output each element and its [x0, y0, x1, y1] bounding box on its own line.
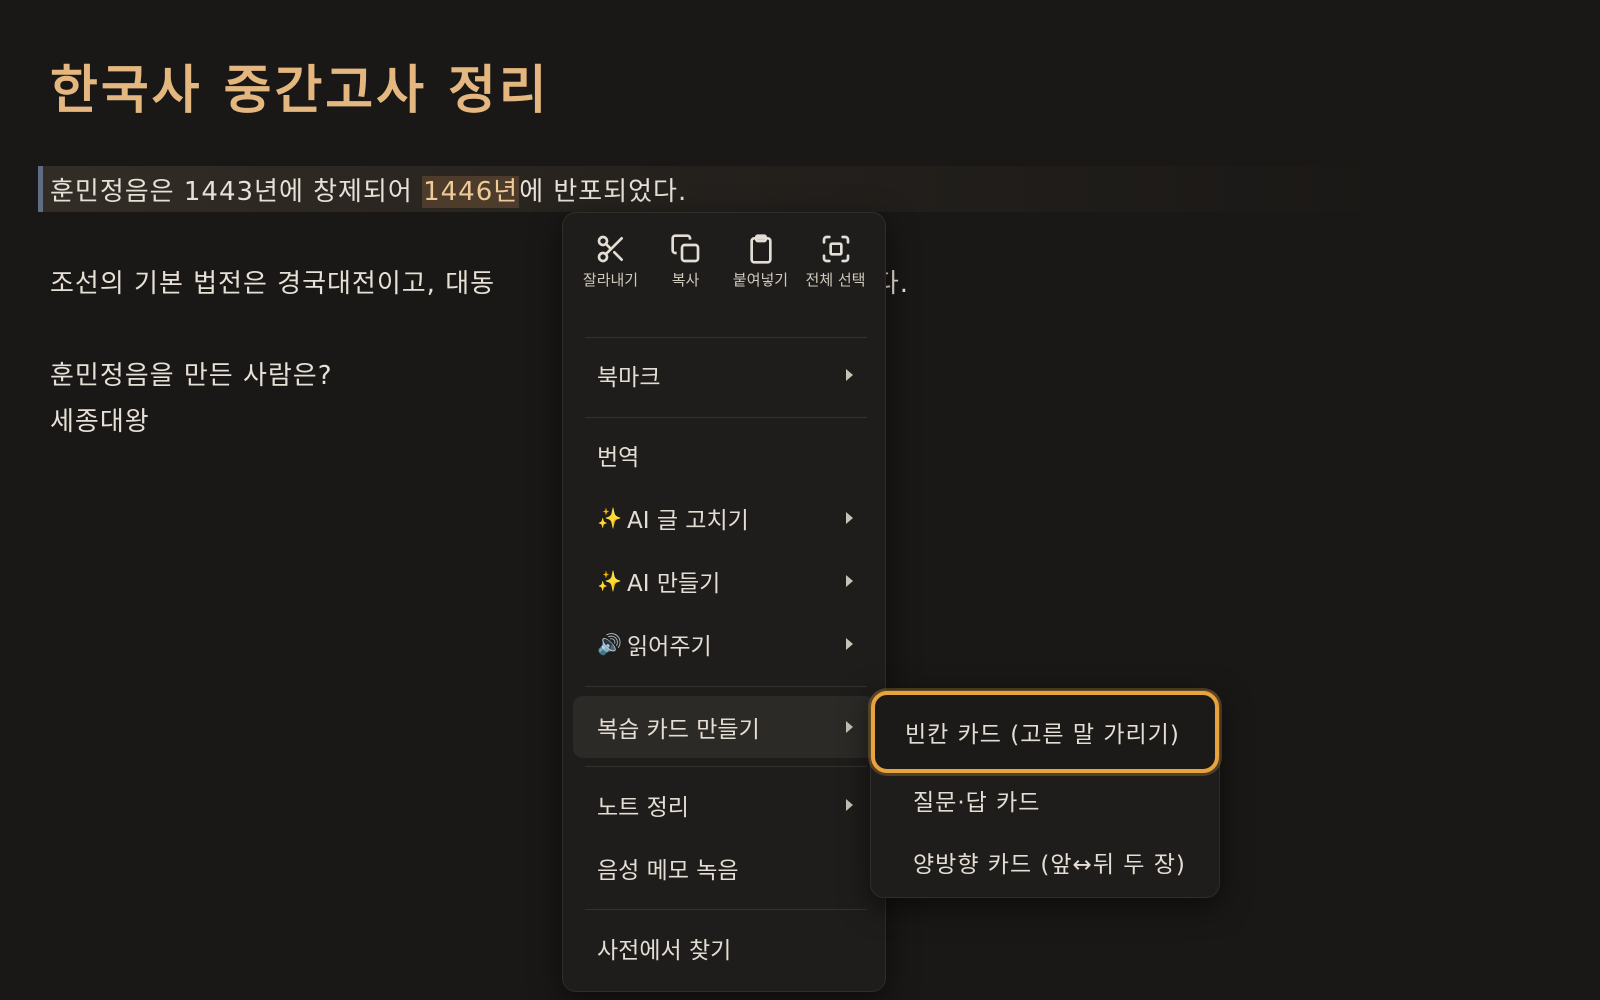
menu-item-dictionary[interactable]: 사전에서 찾기: [573, 919, 875, 977]
editor-page: 한국사 중간고사 정리 훈민정음은 1443년에 창제되어 1446년에 반포되…: [0, 0, 1600, 1000]
submenu-item-label: 빈칸 카드 (고른 말 가리기): [905, 722, 1180, 748]
chevron-right-icon: [846, 638, 853, 650]
menu-item-label: 복습 카드 만들기: [597, 717, 760, 743]
cursor-line-marker: [38, 166, 43, 212]
page-title: 한국사 중간고사 정리: [50, 61, 550, 121]
paragraph-1-text-before: 훈민정음은 1443년에 창제되어: [50, 177, 423, 207]
paragraph-3[interactable]: 훈민정음을 만든 사람은?: [50, 355, 333, 392]
cut-button[interactable]: 잘라내기: [573, 227, 648, 337]
paragraph-4[interactable]: 세종대왕: [50, 401, 150, 438]
copy-button[interactable]: 복사: [648, 227, 723, 337]
menu-divider: [585, 417, 867, 418]
chevron-right-icon: [846, 721, 853, 733]
sparkles-icon: ✨: [597, 569, 622, 593]
menu-item-review-cards[interactable]: 복습 카드 만들기: [573, 696, 875, 758]
submenu-item-qa-card[interactable]: 질문·답 카드: [881, 770, 1209, 830]
menu-item-bookmark[interactable]: 북마크: [573, 346, 875, 404]
menu-item-label: 북마크: [597, 365, 661, 391]
chevron-right-icon: [846, 575, 853, 587]
menu-item-read-aloud[interactable]: 🔊 읽어주기: [573, 615, 875, 673]
menu-item-label: AI 글 고치기: [627, 508, 749, 534]
menu-item-label: 사전에서 찾기: [597, 938, 732, 964]
menu-divider: [585, 337, 867, 338]
sparkles-icon: ✨: [597, 506, 622, 530]
copy-label: 복사: [671, 271, 700, 289]
menu-item-label: AI 만들기: [627, 571, 721, 597]
submenu-item-bidirectional-card[interactable]: 양방향 카드 (앞↔뒤 두 장): [881, 832, 1209, 892]
speaker-icon: 🔊: [597, 632, 622, 656]
select-all-label: 전체 선택: [805, 271, 866, 289]
chevron-right-icon: [846, 369, 853, 381]
menu-item-label: 음성 메모 녹음: [597, 858, 739, 884]
menu-item-label: 번역: [597, 445, 640, 471]
select-all-button[interactable]: 전체 선택: [798, 227, 873, 337]
scissors-icon: [597, 235, 623, 263]
submenu-item-label: 양방향 카드 (앞↔뒤 두 장): [913, 852, 1186, 878]
submenu-item-label: 질문·답 카드: [913, 790, 1041, 816]
clipboard-icon: [749, 234, 772, 264]
chevron-right-icon: [846, 799, 853, 811]
menu-divider: [585, 686, 867, 687]
paste-label: 붙여넣기: [732, 271, 789, 289]
paragraph-1[interactable]: 훈민정음은 1443년에 창제되어 1446년에 반포되었다.: [50, 171, 687, 208]
menu-item-ai-create[interactable]: ✨ AI 만들기: [573, 552, 875, 610]
context-menu: 잘라내기 복사 붙여넣기 전체 선택 북마크 번역 ✨ AI 글 고치기 ✨ A…: [562, 212, 886, 992]
paste-button[interactable]: 붙여넣기: [723, 227, 798, 337]
menu-item-note-organize[interactable]: 노트 정리: [573, 776, 875, 834]
menu-divider: [585, 766, 867, 767]
selected-text[interactable]: 1446년: [422, 176, 520, 208]
menu-item-translate[interactable]: 번역: [573, 426, 875, 484]
paragraph-2-text-start: 조선의 기본 법전은 경국대전이고, 대동: [50, 269, 496, 299]
paragraph-1-text-after: 에 반포되었다.: [519, 177, 688, 207]
menu-item-ai-rewrite[interactable]: ✨ AI 글 고치기: [573, 489, 875, 547]
context-toolbar: 잘라내기 복사 붙여넣기 전체 선택: [573, 227, 873, 337]
cut-label: 잘라내기: [582, 271, 639, 289]
copy-icon: [670, 234, 699, 263]
menu-item-voice-memo[interactable]: 음성 메모 녹음: [573, 839, 875, 897]
chevron-right-icon: [846, 512, 853, 524]
menu-divider: [585, 909, 867, 910]
menu-item-label: 노트 정리: [597, 795, 689, 821]
select-all-icon: [822, 235, 849, 263]
menu-item-label: 읽어주기: [627, 634, 712, 660]
submenu-item-cloze-card[interactable]: 빈칸 카드 (고른 말 가리기): [871, 691, 1219, 773]
review-card-submenu: 빈칸 카드 (고른 말 가리기) 질문·답 카드 양방향 카드 (앞↔뒤 두 장…: [870, 690, 1220, 898]
